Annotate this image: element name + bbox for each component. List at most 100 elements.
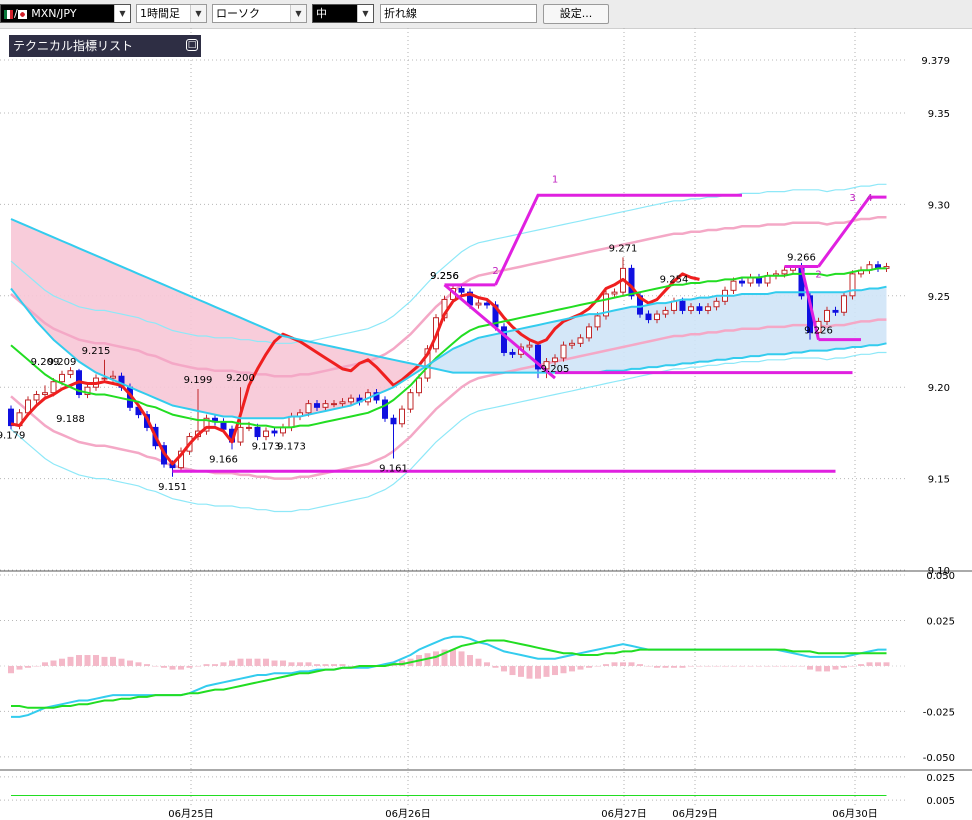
histogram-bar: [849, 665, 856, 667]
histogram-bar: [314, 664, 320, 666]
histogram-bar: [8, 665, 14, 674]
candle-body: [526, 344, 533, 348]
histogram-bar: [730, 665, 737, 667]
chevron-down-icon[interactable]: ▼: [190, 5, 206, 22]
histogram-bar: [50, 660, 57, 666]
candle-body: [254, 426, 261, 438]
macd-line-sma_mid: [11, 639, 887, 709]
histogram-bar: [705, 665, 711, 667]
chevron-down-icon[interactable]: ▼: [290, 5, 306, 22]
histogram-bar: [118, 658, 125, 666]
chevron-down-icon[interactable]: ▼: [357, 5, 373, 22]
histogram-bar: [679, 665, 686, 668]
cloud-segment: [28, 226, 37, 322]
histogram-bar: [101, 656, 108, 666]
candle-body: [348, 397, 354, 403]
histogram-bar: [722, 665, 728, 667]
cloud-segment: [869, 288, 878, 346]
indicator-list-label: テクニカル指標リスト: [13, 39, 134, 53]
indicator-list-panel[interactable]: テクニカル指標リスト □: [9, 35, 201, 57]
cloud-segment: [759, 293, 768, 357]
line-type-label: 折れ線: [384, 7, 417, 20]
price-label: 9.254: [660, 274, 689, 285]
cloud-segment: [181, 292, 190, 410]
candle-body: [569, 342, 575, 346]
candle-body: [645, 313, 652, 321]
candle-body: [501, 326, 507, 353]
cloud-segment: [164, 284, 173, 406]
histogram-bar: [501, 665, 507, 672]
histogram-bar: [535, 665, 541, 679]
histogram-bar: [305, 662, 312, 666]
cloud-segment: [138, 273, 147, 395]
x-tick-label: 06月29日: [672, 808, 717, 820]
chevron-down-icon[interactable]: ▼: [114, 5, 130, 22]
cloud-segment: [351, 350, 360, 406]
y-tick-label: 0.025: [926, 773, 955, 784]
histogram-bar: [33, 665, 40, 667]
histogram-bar: [152, 665, 159, 667]
toolbar: / MXN/JPY ▼ 1時間足 ▼ ローソク ▼ 中 ▼ 折れ線 設定...: [0, 0, 972, 29]
zigzag-line: [494, 193, 742, 286]
wave-label: 2: [492, 266, 498, 277]
cloud-segment: [155, 281, 164, 402]
histogram-bar: [688, 665, 694, 667]
line-width-select[interactable]: 中 ▼: [312, 4, 374, 23]
histogram-bar: [297, 662, 303, 666]
histogram-bar: [195, 665, 201, 667]
price-label: 9.179: [0, 431, 25, 442]
histogram-bar: [858, 664, 864, 666]
candle-body: [577, 337, 584, 344]
line-type-field[interactable]: 折れ線: [380, 4, 537, 23]
y-tick-label: 9.30: [928, 200, 950, 211]
candle-body: [484, 302, 490, 306]
candle-body: [288, 415, 295, 428]
histogram-bar: [577, 665, 584, 670]
histogram-bar: [637, 664, 643, 666]
histogram-bar: [67, 656, 74, 666]
candle-body: [560, 344, 567, 359]
histogram-bar: [178, 665, 184, 670]
symbol-select[interactable]: / MXN/JPY ▼: [0, 4, 131, 23]
cloud-segment: [62, 240, 71, 355]
y-tick-label: 9.379: [921, 56, 950, 67]
symbol-label: MXN/JPY: [31, 7, 77, 20]
cloud-segment: [206, 303, 215, 415]
cloud-segment: [130, 270, 139, 391]
minimize-icon[interactable]: □: [186, 39, 198, 51]
y-tick-label: 9.20: [928, 383, 950, 394]
candle-body: [849, 273, 856, 297]
histogram-bar: [645, 665, 652, 667]
candle-body: [339, 401, 346, 405]
settings-button[interactable]: 設定...: [543, 4, 609, 24]
histogram-bar: [790, 665, 796, 667]
candle-body: [654, 313, 660, 321]
histogram-bar: [739, 665, 745, 667]
candle-body: [322, 403, 329, 408]
candle-body: [586, 326, 592, 339]
cloud-segment: [861, 288, 870, 347]
price-label: 9.271: [609, 243, 638, 254]
histogram-bar: [42, 662, 48, 666]
candle-body: [509, 351, 516, 355]
candle-body: [271, 430, 278, 434]
cloud-segment: [147, 277, 156, 399]
candle-body: [314, 403, 320, 408]
histogram-bar: [93, 655, 99, 666]
y-tick-label: 9.25: [928, 292, 950, 303]
histogram-bar: [841, 665, 847, 668]
chart-type-select[interactable]: ローソク ▼: [212, 4, 307, 23]
histogram-bar: [467, 655, 473, 666]
histogram-bar: [254, 658, 261, 666]
candle-body: [101, 377, 108, 380]
histogram-bar: [84, 655, 91, 666]
histogram-bar: [560, 665, 567, 674]
cloud-segment: [631, 306, 640, 369]
cloud-segment: [470, 337, 479, 373]
cloud-segment: [733, 293, 742, 358]
wave-label: 4: [866, 193, 872, 204]
candle-body: [416, 377, 422, 394]
timeframe-select[interactable]: 1時間足 ▼: [136, 4, 207, 23]
candle-body: [475, 302, 482, 306]
price-label: 9.166: [209, 454, 238, 465]
